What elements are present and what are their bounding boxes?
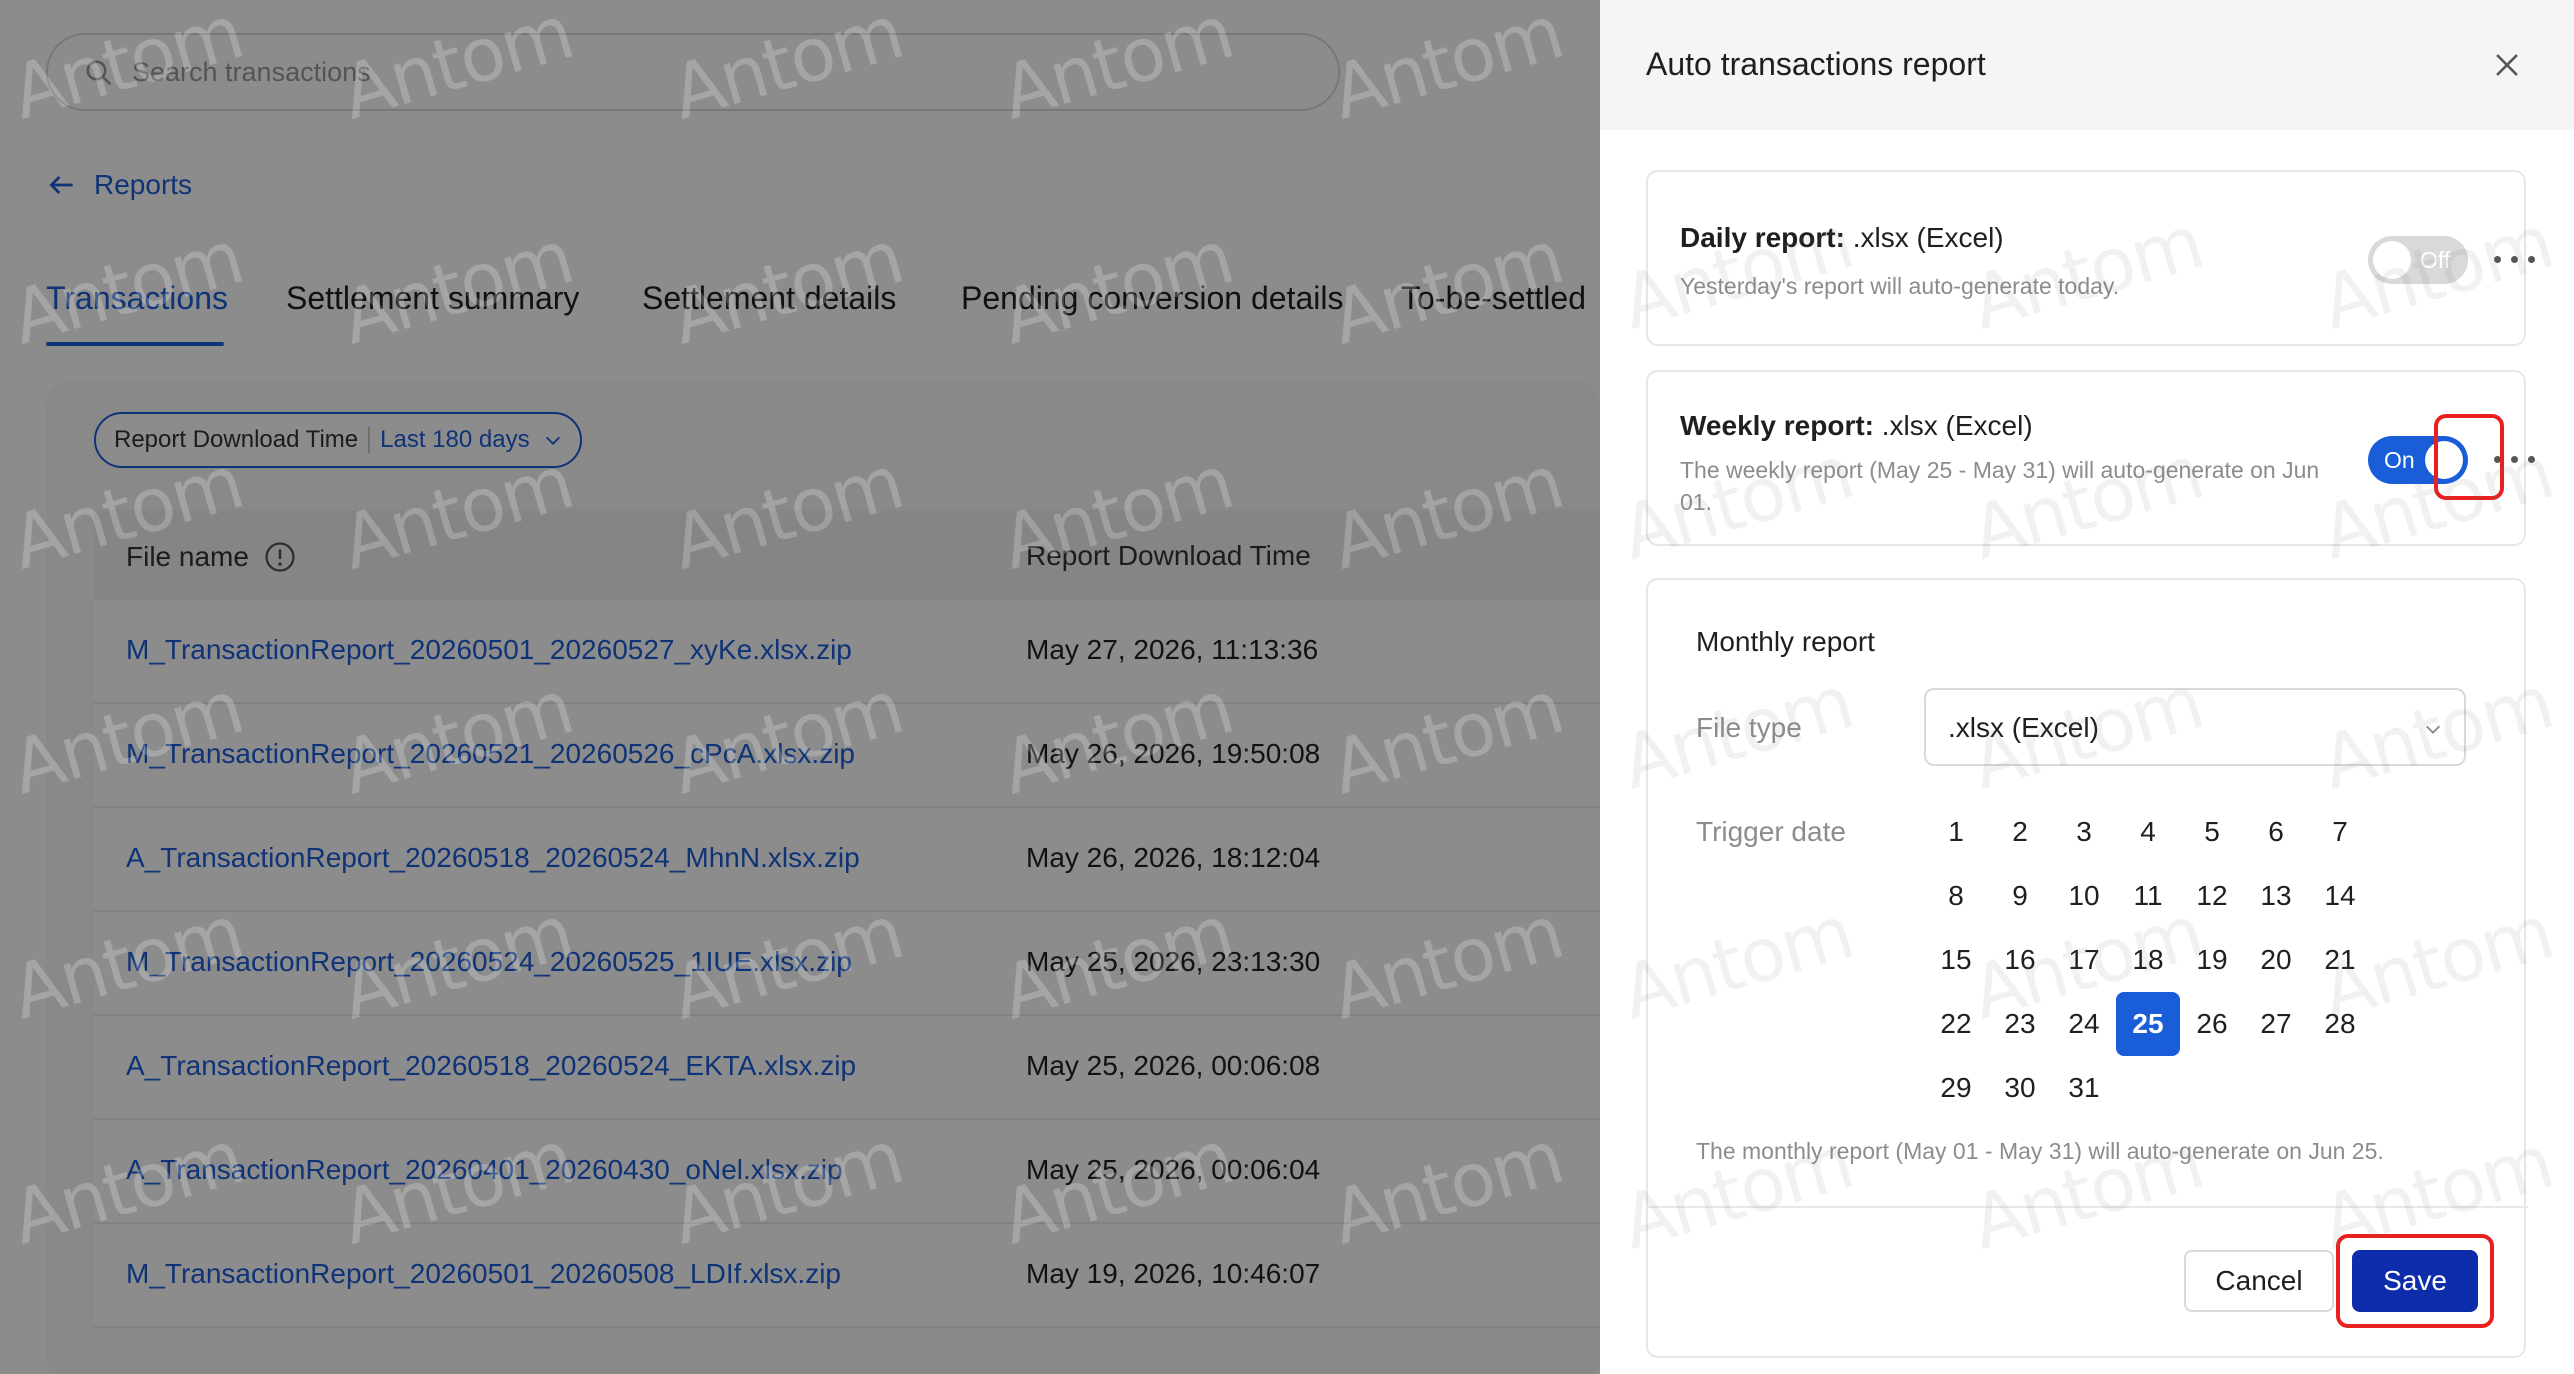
watermark: Antom [1322,664,1572,812]
watermark: Antom [662,664,912,812]
watermark: Antom [992,889,1242,1037]
calendar-day[interactable]: 3 [2052,800,2116,864]
calendar-day[interactable]: 11 [2116,864,2180,928]
calendar-day[interactable]: 10 [2052,864,2116,928]
calendar-day[interactable]: 15 [1924,928,1988,992]
highlight-save-button [2336,1234,2494,1328]
calendar-day-selected[interactable]: 25 [2116,992,2180,1056]
watermark: Antom [332,214,582,362]
calendar-day[interactable]: 6 [2244,800,2308,864]
watermark: Antom [2,1114,252,1262]
calendar-day[interactable]: 4 [2116,800,2180,864]
watermark: Antom [1322,214,1572,362]
watermark: Antom [1322,889,1572,1037]
file-type-label: File type [1696,712,1802,743]
auto-report-drawer: Auto transactions report Daily report: .… [1600,0,2574,1374]
calendar-day[interactable]: 22 [1924,992,1988,1056]
watermark: Antom [1322,0,1572,137]
watermark: Antom [332,889,582,1037]
calendar-day[interactable]: 17 [2052,928,2116,992]
watermark: Antom [992,0,1242,137]
file-type-value: .xlsx (Excel) [1948,712,2099,743]
monthly-report-title: Monthly report [1696,626,1875,657]
weekly-report-title: Weekly report: .xlsx (Excel) [1680,410,2033,442]
calendar-day[interactable]: 14 [2308,864,2372,928]
monthly-report-note: The monthly report (May 01 - May 31) wil… [1696,1138,2384,1164]
calendar-day[interactable]: 26 [2180,992,2244,1056]
watermark: Antom [1322,1114,1572,1262]
trigger-date-label: Trigger date [1696,816,1846,847]
modal-overlay[interactable]: Antom Antom Antom Antom Antom Antom Anto… [0,0,1600,1374]
calendar-day[interactable]: 23 [1988,992,2052,1056]
calendar-day[interactable]: 19 [2180,928,2244,992]
watermark: Antom [332,1114,582,1262]
weekly-report-format: .xlsx (Excel) [1874,410,2033,441]
calendar-day[interactable]: 16 [1988,928,2052,992]
calendar-day[interactable]: 18 [2116,928,2180,992]
watermark: Antom [2,664,252,812]
calendar-day[interactable]: 31 [2052,1056,2116,1120]
calendar-day[interactable]: 9 [1988,864,2052,928]
daily-report-desc: Yesterday's report will auto-generate to… [1680,273,2120,299]
weekly-report-name: Weekly report: [1680,410,1874,441]
calendar-day[interactable]: 5 [2180,800,2244,864]
watermark: Antom [332,664,582,812]
watermark: Antom [992,439,1242,587]
calendar-day[interactable]: 24 [2052,992,2116,1056]
watermark: Antom [662,889,912,1037]
close-icon[interactable] [2490,48,2524,82]
toggle-label: Off [2420,247,2451,273]
cancel-button[interactable]: Cancel [2184,1250,2334,1312]
watermark: Antom [662,1114,912,1262]
calendar-day[interactable]: 2 [1988,800,2052,864]
calendar-day[interactable]: 1 [1924,800,1988,864]
weekly-report-desc: The weekly report (May 25 - May 31) will… [1680,457,2320,515]
file-type-select[interactable]: .xlsx (Excel) [1924,688,2466,766]
watermark: Antom [332,439,582,587]
daily-report-format: .xlsx (Excel) [1844,222,2004,253]
daily-report-toggle[interactable]: Off [2368,236,2468,284]
watermark: Antom [2,889,252,1037]
watermark: Antom [2,439,252,587]
highlight-weekly-more [2434,414,2504,500]
calendar-day[interactable]: 29 [1924,1056,1988,1120]
drawer-title: Auto transactions report [1646,46,1986,82]
calendar-day[interactable]: 27 [2244,992,2308,1056]
watermark: Antom [1322,439,1572,587]
watermark: Antom [992,664,1242,812]
calendar-day[interactable]: 7 [2308,800,2372,864]
calendar-day[interactable]: 13 [2244,864,2308,928]
calendar-day[interactable]: 12 [2180,864,2244,928]
watermark: Antom [992,1114,1242,1262]
daily-report-card: Daily report: .xlsx (Excel) Yesterday's … [1646,170,2535,346]
watermark: Antom [662,439,912,587]
calendar-day[interactable]: 21 [2308,928,2372,992]
toggle-label: On [2384,447,2415,473]
daily-report-name: Daily report: [1680,222,1845,253]
toggle-knob [2373,241,2411,279]
watermark: Antom [2,0,252,137]
calendar-day[interactable]: 20 [2244,928,2308,992]
watermark: Antom [662,214,912,362]
daily-more-icon[interactable] [2494,256,2536,266]
watermark: Antom [332,0,582,137]
calendar-day[interactable]: 8 [1924,864,1988,928]
watermark: Antom [2,214,252,362]
footer-divider [1648,1206,2528,1208]
calendar-day[interactable]: 30 [1988,1056,2052,1120]
watermark: Antom [662,0,912,137]
daily-report-title: Daily report: .xlsx (Excel) [1680,222,2004,254]
weekly-report-card: Weekly report: .xlsx (Excel) The weekly … [1646,370,2535,546]
watermark: Antom [992,214,1242,362]
calendar-day[interactable]: 28 [2308,992,2372,1056]
drawer-header: Auto transactions report [1600,0,2574,130]
chevron-down-icon [2425,725,2441,734]
